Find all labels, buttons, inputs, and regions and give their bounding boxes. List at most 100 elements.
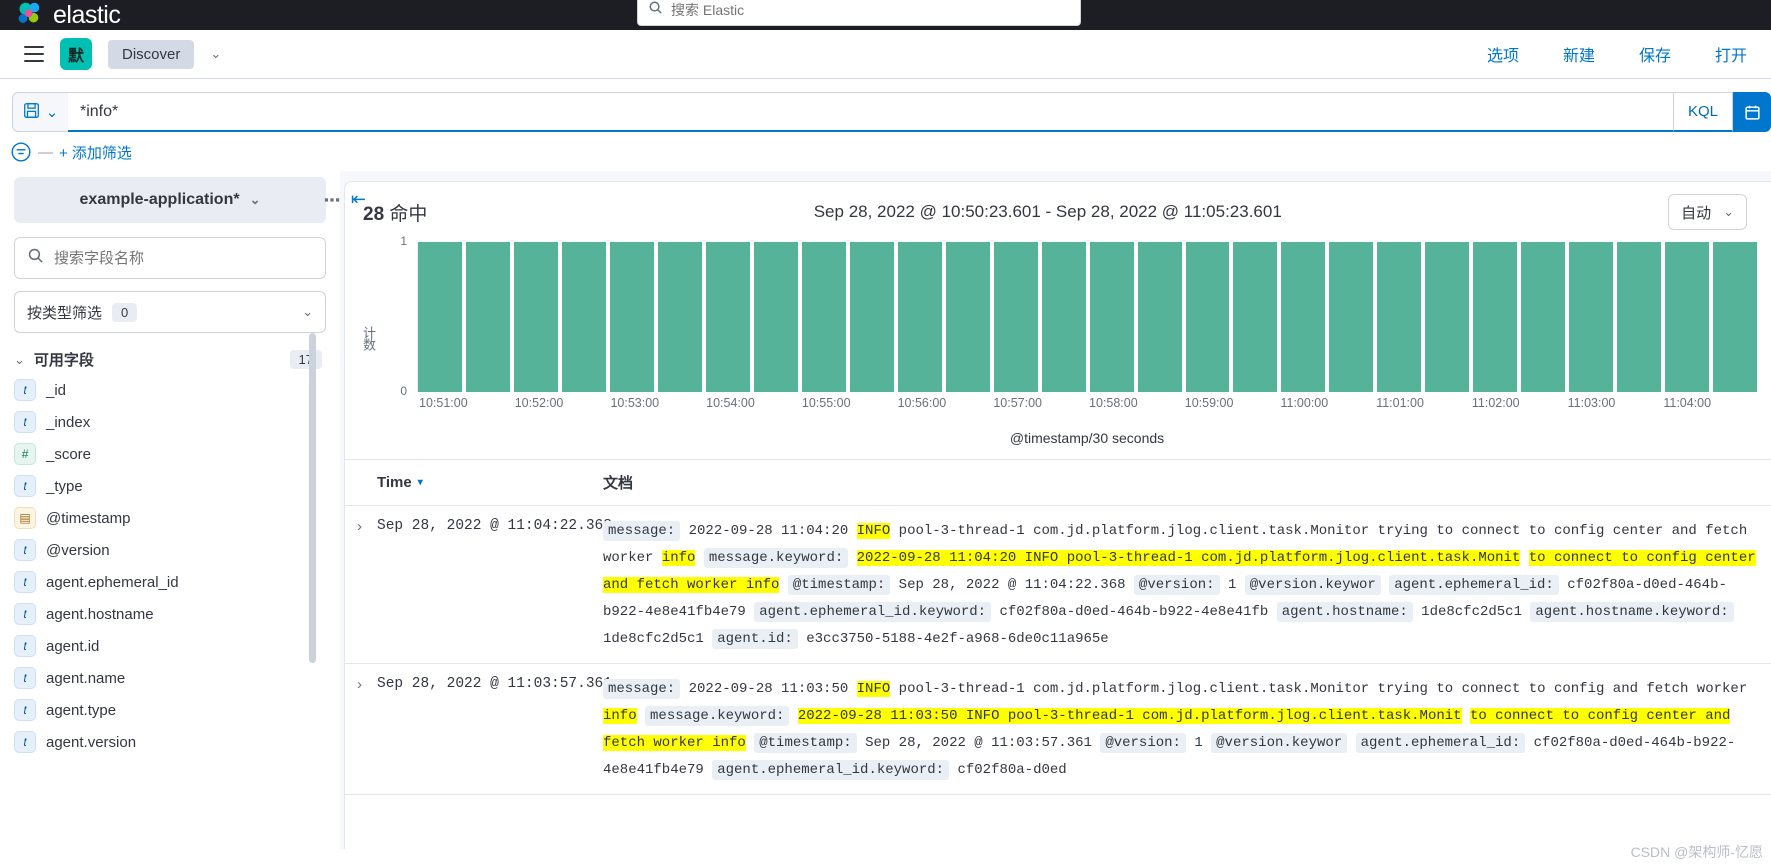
date-picker-button[interactable] [1733, 92, 1771, 132]
doc-value: 1de8cfc2d5c1 [1421, 604, 1531, 620]
chart-header: 28 命中 Sep 28, 2022 @ 10:50:23.601 - Sep … [345, 182, 1771, 234]
chart-bar[interactable] [418, 242, 462, 392]
query-language-button[interactable]: KQL [1673, 92, 1733, 132]
chart-x-tick: 10:54:00 [706, 396, 755, 410]
chart-bar[interactable] [657, 242, 702, 392]
row-document: message: 2022-09-28 11:04:20 INFO pool-3… [603, 518, 1771, 653]
doc-field-name: message: [603, 679, 681, 699]
column-header-document: 文档 [603, 475, 634, 492]
space-avatar[interactable]: 默 [60, 38, 92, 70]
elastic-logo[interactable]: elastic [16, 1, 121, 30]
table-row[interactable]: › Sep 28, 2022 @ 11:04:22.368 message: 202… [345, 506, 1771, 664]
time-range-label: Sep 28, 2022 @ 10:50:23.601 - Sep 28, 20… [813, 202, 1282, 221]
chevron-down-icon[interactable]: ⌄ [210, 46, 221, 62]
field-item[interactable]: t agent.id [14, 630, 326, 662]
chart-bar[interactable] [1377, 242, 1422, 392]
index-pattern-selector[interactable]: example-application* ⌄ [14, 177, 326, 223]
field-list-scrollbar[interactable] [309, 333, 316, 663]
chart-bar[interactable] [1521, 242, 1566, 392]
field-item[interactable]: t agent.name [14, 662, 326, 694]
chart-plot-area[interactable] [417, 242, 1758, 392]
nav-link-save[interactable]: 保存 [1639, 42, 1671, 66]
nav-link-open[interactable]: 打开 [1715, 42, 1747, 66]
add-filter-button[interactable]: + 添加筛选 [59, 142, 132, 163]
chart-bar[interactable] [705, 242, 750, 392]
chart-bar[interactable] [993, 242, 1038, 392]
column-header-time[interactable]: Time ▾ [345, 474, 603, 491]
available-fields-label: 可用字段 [33, 352, 94, 369]
chart-bar[interactable] [465, 242, 510, 392]
doc-highlight: INFO [856, 523, 891, 539]
nav-link-options[interactable]: 选项 [1487, 42, 1519, 66]
chart-bar[interactable] [1041, 242, 1086, 392]
field-item[interactable]: ▤ @timestamp [14, 502, 326, 534]
chart-bar[interactable] [1329, 242, 1374, 392]
chart-bar[interactable] [1713, 242, 1758, 392]
calendar-icon [1744, 105, 1760, 120]
hamburger-icon[interactable] [24, 46, 44, 62]
grid-dots-icon[interactable]: ▪▪▪ [324, 192, 341, 207]
row-document: message: 2022-09-28 11:03:50 INFO pool-3… [603, 676, 1771, 784]
field-item[interactable]: t agent.ephemeral_id [14, 566, 326, 598]
chart-bar[interactable] [609, 242, 654, 392]
chevron-right-icon[interactable]: › [345, 518, 377, 653]
kibana-discover-app: elastic 默 Discover ⌄ 选项 新建 保存 打开 [0, 0, 1771, 866]
histogram-chart[interactable]: 计数 1 0 10:51:00 10:52:00 10:53:00 10:54:00 1… [345, 234, 1771, 459]
chart-bar[interactable] [561, 242, 606, 392]
breadcrumb-discover[interactable]: Discover [108, 39, 195, 69]
string-type-icon: t [14, 699, 36, 721]
chart-x-tick: 11:00:00 [1280, 396, 1329, 410]
field-item[interactable]: t _id [14, 374, 326, 406]
chevron-right-icon[interactable]: › [345, 676, 377, 784]
field-item[interactable]: t agent.version [14, 726, 326, 758]
field-item[interactable]: t @version [14, 534, 326, 566]
chart-bar[interactable] [753, 242, 798, 392]
doc-value: 2022-09-28 11:04:20 [688, 523, 857, 539]
string-type-icon: t [14, 635, 36, 657]
field-item[interactable]: t agent.hostname [14, 598, 326, 630]
field-item[interactable]: # _score [14, 438, 326, 470]
filter-icon[interactable] [10, 141, 32, 163]
collapse-left-icon[interactable]: ⇤ [351, 189, 366, 210]
chart-bar[interactable] [1473, 242, 1518, 392]
chart-bar[interactable] [1089, 242, 1134, 392]
chart-bar[interactable] [945, 242, 990, 392]
chart-bar[interactable] [1425, 242, 1470, 392]
chart-x-tick: 10:53:00 [610, 396, 660, 410]
saved-query-button[interactable]: ⌄ [12, 92, 68, 132]
field-item[interactable]: t agent.type [14, 694, 326, 726]
global-search-bar[interactable] [637, 0, 1081, 26]
chart-bar[interactable] [513, 242, 558, 392]
field-search-input[interactable] [54, 249, 313, 267]
field-item[interactable]: t _index [14, 406, 326, 438]
field-item[interactable]: t _type [14, 470, 326, 502]
chevron-down-icon: ⌄ [14, 351, 25, 367]
chart-bar[interactable] [1281, 242, 1326, 392]
table-row[interactable]: › Sep 28, 2022 @ 11:03:57.361 message: 202… [345, 664, 1771, 795]
discover-panel: 28 命中 Sep 28, 2022 @ 10:50:23.601 - Sep … [344, 181, 1771, 849]
query-bar: ⌄ KQL [0, 79, 1771, 135]
chart-bar[interactable] [1233, 242, 1278, 392]
query-input[interactable] [80, 102, 1661, 121]
nav-link-new[interactable]: 新建 [1563, 42, 1595, 66]
global-search-input[interactable] [671, 2, 1070, 18]
chart-bar[interactable] [1665, 242, 1710, 392]
field-search-box[interactable] [14, 237, 326, 279]
chart-bar[interactable] [1617, 242, 1662, 392]
doc-table-header: Time ▾ 文档 [345, 459, 1771, 506]
available-fields-header[interactable]: ⌄ 可用字段 17 [14, 349, 326, 370]
chart-bar[interactable] [1569, 242, 1614, 392]
chart-bar[interactable] [1185, 242, 1230, 392]
doc-value: cf02f80a-d0ed [957, 762, 1067, 778]
chart-bar[interactable] [897, 242, 942, 392]
chart-bar[interactable] [1137, 242, 1182, 392]
interval-selector[interactable]: 自动 ⌄ [1668, 194, 1747, 230]
doc-value: 2022-09-28 11:03:50 [688, 681, 857, 697]
query-input-wrapper[interactable] [68, 92, 1674, 132]
chart-bar[interactable] [801, 242, 846, 392]
sort-descending-icon[interactable]: ▾ [418, 477, 423, 488]
type-filter-button[interactable]: 按类型筛选 0 ⌄ [14, 291, 326, 333]
hits-count: 28 [363, 203, 385, 225]
doc-value: pool-3-thread-1 com.jd.platform.jlog.cli… [898, 523, 1664, 539]
chart-bar[interactable] [849, 242, 894, 392]
